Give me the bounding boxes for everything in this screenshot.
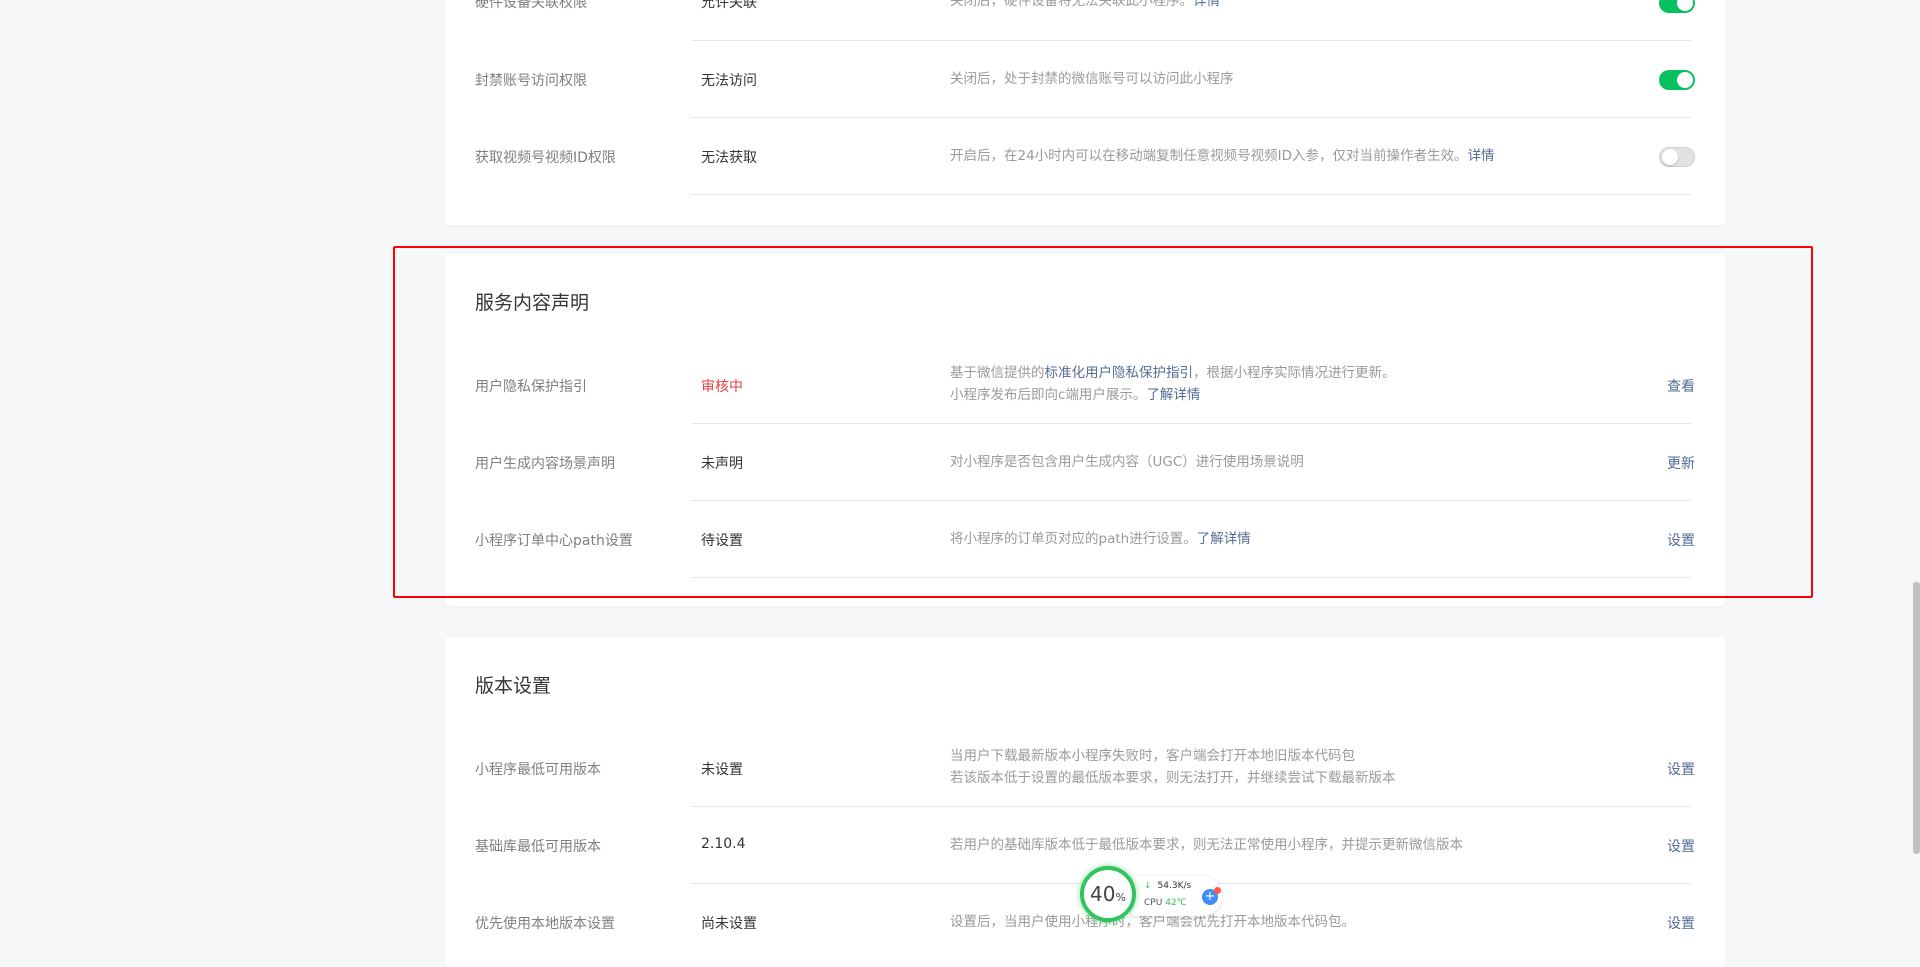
- row-status: 2.10.4: [701, 836, 746, 852]
- row-label: 获取视频号视频ID权限: [475, 150, 616, 166]
- row-status: 允许关联: [701, 0, 757, 11]
- cpu-temperature: CPU 42℃: [1144, 898, 1187, 908]
- row-description: 当用户下载最新版本小程序失败时，客户端会打开本地旧版本代码包 若该版本低于设置的…: [950, 745, 1396, 789]
- monitor-stats-panel: ↓ 54.3K/s CPU 42℃ +: [1132, 876, 1222, 916]
- row-description: 将小程序的订单页对应的path进行设置。了解详情: [950, 531, 1251, 547]
- page-scrollbar[interactable]: [1913, 582, 1920, 854]
- row-status: 审核中: [701, 379, 743, 395]
- row-description: 开启后，在24小时内可以在移动端复制任意视频号视频ID入参，仅对当前操作者生效。…: [950, 148, 1495, 164]
- privacy-guide-link[interactable]: 标准化用户隐私保护指引: [1045, 365, 1194, 381]
- details-link[interactable]: 详情: [1193, 0, 1220, 9]
- toggle-knob: [1677, 72, 1693, 88]
- row-divider: [691, 194, 1691, 195]
- declaration-row-ugc: 用户生成内容场景声明 未声明 对小程序是否包含用户生成内容（UGC）进行使用场景…: [445, 423, 1725, 501]
- learn-more-link[interactable]: 了解详情: [1146, 387, 1200, 403]
- row-status: 未设置: [701, 762, 743, 778]
- row-label: 封禁账号访问权限: [475, 73, 587, 89]
- row-description: 关闭后，硬件设备将无法关联此小程序。详情: [950, 0, 1220, 12]
- row-label: 小程序订单中心path设置: [475, 533, 633, 549]
- declaration-row-privacy: 用户隐私保护指引 审核中 基于微信提供的标准化用户隐私保护指引，根据小程序实际情…: [445, 346, 1725, 424]
- update-button[interactable]: 更新: [1667, 453, 1695, 473]
- permissions-card: 硬件设备关联权限 允许关联 关闭后，硬件设备将无法关联此小程序。详情 封禁账号访…: [445, 0, 1725, 225]
- row-description: 对小程序是否包含用户生成内容（UGC）进行使用场景说明: [950, 454, 1304, 470]
- details-link[interactable]: 详情: [1468, 148, 1495, 164]
- permission-row-video-id: 获取视频号视频ID权限 无法获取 开启后，在24小时内可以在移动端复制任意视频号…: [445, 117, 1725, 195]
- set-button[interactable]: 设置: [1667, 913, 1695, 933]
- permission-row-banned-account: 封禁账号访问权限 无法访问 关闭后，处于封禁的微信账号可以访问此小程序: [445, 40, 1725, 118]
- description-line-2: 小程序发布后即向c端用户展示。了解详情: [950, 387, 1201, 403]
- row-label: 基础库最低可用版本: [475, 839, 601, 855]
- row-description: 关闭后，处于封禁的微信账号可以访问此小程序: [950, 71, 1234, 87]
- notification-dot-icon: [1214, 887, 1221, 894]
- row-description: 若用户的基础库版本低于最低版本要求，则无法正常使用小程序，并提示更新微信版本: [950, 837, 1463, 853]
- version-row-min-app-version: 小程序最低可用版本 未设置 当用户下载最新版本小程序失败时，客户端会打开本地旧版…: [445, 729, 1725, 807]
- row-status: 尚未设置: [701, 916, 757, 932]
- toggle-knob: [1677, 0, 1693, 11]
- row-label: 小程序最低可用版本: [475, 762, 601, 778]
- set-button[interactable]: 设置: [1667, 530, 1695, 550]
- hardware-permission-toggle[interactable]: [1659, 0, 1695, 13]
- set-button[interactable]: 设置: [1667, 759, 1695, 779]
- permission-row-hardware: 硬件设备关联权限 允许关联 关闭后，硬件设备将无法关联此小程序。详情: [445, 0, 1725, 41]
- service-declaration-card: 服务内容声明 用户隐私保护指引 审核中 基于微信提供的标准化用户隐私保护指引，根…: [445, 254, 1725, 606]
- row-label: 硬件设备关联权限: [475, 0, 587, 11]
- download-arrow-icon: ↓: [1144, 881, 1152, 891]
- declaration-row-order-path: 小程序订单中心path设置 待设置 将小程序的订单页对应的path进行设置。了解…: [445, 500, 1725, 578]
- description-line-1: 基于微信提供的标准化用户隐私保护指引，根据小程序实际情况进行更新。: [950, 365, 1396, 381]
- section-title: 版本设置: [475, 675, 552, 697]
- row-label: 用户生成内容场景声明: [475, 456, 615, 472]
- section-title: 服务内容声明: [475, 292, 590, 314]
- description-line-1: 当用户下载最新版本小程序失败时，客户端会打开本地旧版本代码包: [950, 748, 1355, 764]
- video-id-permission-toggle[interactable]: [1659, 147, 1695, 167]
- row-status: 无法获取: [701, 150, 757, 166]
- row-label: 优先使用本地版本设置: [475, 916, 615, 932]
- view-button[interactable]: 查看: [1667, 376, 1695, 396]
- network-speed: ↓ 54.3K/s: [1144, 881, 1192, 891]
- set-button[interactable]: 设置: [1667, 836, 1695, 856]
- learn-more-link[interactable]: 了解详情: [1197, 531, 1251, 547]
- row-divider: [691, 577, 1691, 578]
- row-description: 基于微信提供的标准化用户隐私保护指引，根据小程序实际情况进行更新。 小程序发布后…: [950, 362, 1396, 406]
- system-monitor-widget[interactable]: ↓ 54.3K/s CPU 42℃ + 40%: [1080, 866, 1226, 926]
- row-status: 无法访问: [701, 73, 757, 89]
- toggle-knob: [1662, 149, 1678, 165]
- banned-account-permission-toggle[interactable]: [1659, 70, 1695, 90]
- row-status: 未声明: [701, 456, 743, 472]
- memory-usage-gauge[interactable]: 40%: [1080, 866, 1136, 922]
- row-label: 用户隐私保护指引: [475, 379, 587, 395]
- description-line-2: 若该版本低于设置的最低版本要求，则无法打开，并继续尝试下载最新版本: [950, 770, 1396, 786]
- row-status: 待设置: [701, 533, 743, 549]
